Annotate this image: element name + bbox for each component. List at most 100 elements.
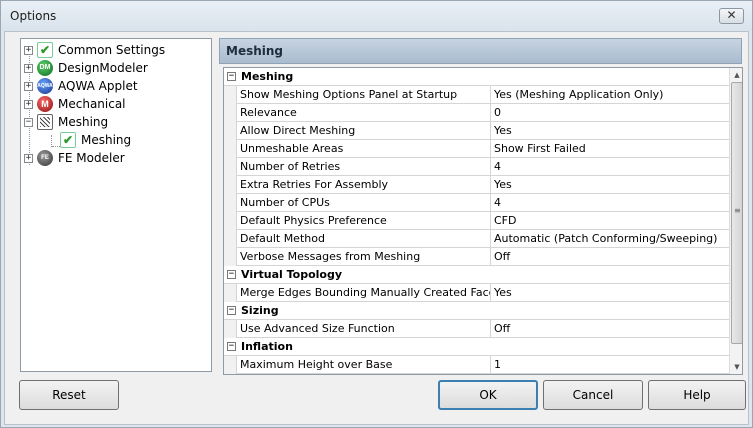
property-row[interactable]: Maximum Height over Base 1 [224,356,729,374]
row-gutter [224,356,237,374]
column-divider [490,140,491,158]
section-meshing[interactable]: − Meshing [224,68,729,86]
help-button[interactable]: Help [648,380,746,410]
property-row[interactable]: Default Physics Preference CFD [224,212,729,230]
aqwa-icon: AQWA [37,78,53,94]
property-row[interactable]: Relevance 0 [224,104,729,122]
row-gutter [224,212,237,230]
tree-item-fe-modeler[interactable]: + FE FE Modeler [24,149,125,167]
tree-guide-line [52,146,60,147]
tree-item-label: AQWA Applet [58,79,138,93]
scrollbar-thumb[interactable]: ≡ [731,82,742,344]
ok-button[interactable]: OK [438,380,538,410]
tree-item-aqwa-applet[interactable]: + AQWA AQWA Applet [24,77,138,95]
tree-item-common-settings[interactable]: + Common Settings [24,41,165,59]
check-icon [37,42,53,58]
panel-title: Meshing [226,44,284,58]
expand-icon[interactable]: + [24,45,33,55]
section-sizing[interactable]: − Sizing [224,302,729,320]
title-bar[interactable]: Options ✕ [1,1,752,31]
collapse-icon[interactable]: − [227,72,236,81]
column-divider [490,284,491,302]
property-name: Default Physics Preference [240,214,387,227]
column-divider [490,158,491,176]
vertical-scrollbar[interactable]: ▲ ≡ ▼ [729,68,742,374]
property-value[interactable]: Yes (Meshing Application Only) [494,88,663,101]
property-row[interactable]: Allow Direct Meshing Yes [224,122,729,140]
property-value[interactable]: CFD [494,214,516,227]
row-gutter [224,104,237,122]
collapse-icon[interactable]: − [227,342,236,351]
column-divider [490,212,491,230]
property-row[interactable]: Extra Retries For Assembly Yes [224,176,729,194]
property-value[interactable]: 4 [494,196,501,209]
tree-item-designmodeler[interactable]: + DM DesignModeler [24,59,148,77]
expand-icon[interactable]: + [24,63,33,73]
property-grid[interactable]: − Meshing Show Meshing Options Panel at … [223,67,743,375]
property-value[interactable]: Automatic (Patch Conforming/Sweeping) [494,232,717,245]
grip-icon: ≡ [734,206,741,215]
tree-item-label: Meshing [81,133,132,147]
property-row[interactable]: Default Method Automatic (Patch Conformi… [224,230,729,248]
cancel-button[interactable]: Cancel [543,380,643,410]
property-name: Extra Retries For Assembly [240,178,389,191]
property-value[interactable]: 1 [494,358,501,371]
tree-item-meshing[interactable]: − Meshing [24,113,108,131]
column-divider [490,104,491,122]
property-name: Merge Edges Bounding Manually Created Fa… [240,286,490,299]
collapse-icon[interactable]: − [24,117,33,127]
property-name: Verbose Messages from Meshing [240,250,421,263]
column-divider [490,194,491,212]
section-virtual-topology[interactable]: − Virtual Topology [224,266,729,284]
scroll-down-icon[interactable]: ▼ [731,361,742,373]
section-label: Sizing [241,304,279,317]
column-divider [490,248,491,266]
property-value[interactable]: Yes [494,286,512,299]
dialog-client-area: + Common Settings + DM DesignModeler + A… [4,31,749,425]
property-name: Number of CPUs [240,196,330,209]
collapse-icon[interactable]: − [227,306,236,315]
collapse-icon[interactable]: − [227,270,236,279]
row-gutter [224,248,237,266]
options-tree[interactable]: + Common Settings + DM DesignModeler + A… [20,38,212,372]
tree-item-label: Mechanical [58,97,126,111]
expand-icon[interactable]: + [24,153,33,163]
meshing-icon [37,114,53,130]
property-name: Default Method [240,232,325,245]
property-row[interactable]: Number of Retries 4 [224,158,729,176]
reset-button[interactable]: Reset [19,380,119,410]
property-name: Use Advanced Size Function [240,322,395,335]
section-label: Inflation [241,340,293,353]
designmodeler-icon: DM [37,60,53,76]
tree-item-meshing-child[interactable]: Meshing [60,131,131,149]
scroll-up-icon[interactable]: ▲ [731,69,742,81]
property-value[interactable]: Off [494,322,510,335]
property-value[interactable]: Show First Failed [494,142,586,155]
panel-header: Meshing [219,38,742,64]
property-row[interactable]: Show Meshing Options Panel at Startup Ye… [224,86,729,104]
property-row[interactable]: Number of CPUs 4 [224,194,729,212]
column-divider [490,356,491,374]
property-value[interactable]: Yes [494,124,512,137]
expand-icon[interactable]: + [24,99,33,109]
property-value[interactable]: 0 [494,106,501,119]
property-value[interactable]: 4 [494,160,501,173]
expand-icon[interactable]: + [24,81,33,91]
row-gutter [224,122,237,140]
property-row[interactable]: Unmeshable Areas Show First Failed [224,140,729,158]
property-name: Relevance [240,106,297,119]
section-inflation[interactable]: − Inflation [224,338,729,356]
property-row[interactable]: Use Advanced Size Function Off [224,320,729,338]
close-button[interactable]: ✕ [719,8,744,24]
column-divider [490,230,491,248]
property-row[interactable]: Verbose Messages from Meshing Off [224,248,729,266]
property-value[interactable]: Yes [494,178,512,191]
property-row[interactable]: Merge Edges Bounding Manually Created Fa… [224,284,729,302]
row-gutter [224,230,237,248]
tree-item-label: FE Modeler [58,151,125,165]
row-gutter [224,86,237,104]
property-value[interactable]: Off [494,250,510,263]
tree-item-mechanical[interactable]: + M Mechanical [24,95,126,113]
row-gutter [224,176,237,194]
options-dialog: Options ✕ + Common Settings + DM DesignM… [0,0,753,428]
